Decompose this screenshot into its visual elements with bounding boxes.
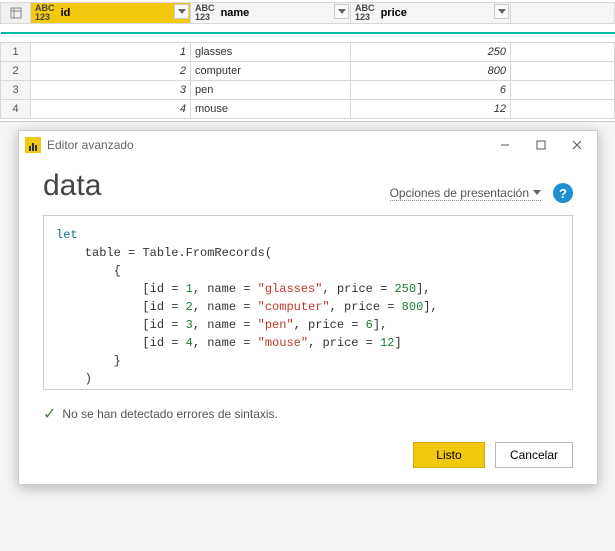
data-table: ABC123 id ABC123 name ABC123 price (0, 2, 615, 119)
table-row[interactable]: 3 3 pen 6 (1, 81, 615, 100)
minimize-button[interactable] (487, 132, 523, 158)
column-name: name (221, 7, 250, 19)
cell-price[interactable]: 12 (351, 100, 511, 119)
dialog-titlebar[interactable]: Editor avanzado (19, 131, 597, 159)
cell-name[interactable]: mouse (191, 100, 351, 119)
advanced-editor-dialog: Editor avanzado data Opciones de present… (18, 130, 598, 485)
selection-accent (1, 32, 615, 34)
cell-price[interactable]: 6 (351, 81, 511, 100)
column-header-price[interactable]: ABC123 price (351, 3, 511, 24)
chevron-down-icon (533, 190, 541, 195)
row-number[interactable]: 4 (1, 100, 31, 119)
dialog-body: data Opciones de presentación ? let tabl… (19, 159, 597, 484)
chevron-down-icon (178, 9, 186, 14)
row-number[interactable]: 1 (1, 43, 31, 62)
syntax-status: ✓ No se han detectado errores de sintaxi… (43, 404, 573, 424)
column-header-empty (511, 3, 615, 24)
type-any-icon: ABC123 (355, 4, 375, 22)
column-filter-button[interactable] (494, 4, 509, 19)
powerbi-icon (25, 137, 41, 153)
cell-empty (511, 62, 615, 81)
row-number[interactable]: 2 (1, 62, 31, 81)
check-icon: ✓ (43, 404, 56, 424)
column-filter-button[interactable] (174, 4, 189, 19)
maximize-button[interactable] (523, 132, 559, 158)
cell-name[interactable]: pen (191, 81, 351, 100)
table-row[interactable]: 2 2 computer 800 (1, 62, 615, 81)
chevron-down-icon (498, 9, 506, 14)
cell-price[interactable]: 250 (351, 43, 511, 62)
cancel-button[interactable]: Cancelar (495, 442, 573, 468)
cell-id[interactable]: 1 (31, 43, 191, 62)
help-icon[interactable]: ? (553, 183, 573, 203)
dialog-title: Editor avanzado (47, 138, 487, 152)
query-name-heading: data (43, 169, 101, 203)
cell-id[interactable]: 2 (31, 62, 191, 81)
column-header-name[interactable]: ABC123 name (191, 3, 351, 24)
cell-name[interactable]: computer (191, 62, 351, 81)
cell-name[interactable]: glasses (191, 43, 351, 62)
row-number[interactable]: 3 (1, 81, 31, 100)
cell-empty (511, 43, 615, 62)
status-text: No se han detectado errores de sintaxis. (62, 407, 277, 421)
cell-price[interactable]: 800 (351, 62, 511, 81)
column-header-id[interactable]: ABC123 id (31, 3, 191, 24)
cell-empty (511, 100, 615, 119)
type-any-icon: ABC123 (35, 4, 55, 22)
done-button[interactable]: Listo (413, 442, 485, 468)
data-grid: ABC123 id ABC123 name ABC123 price (0, 0, 615, 122)
close-button[interactable] (559, 132, 595, 158)
display-options-dropdown[interactable]: Opciones de presentación (390, 186, 541, 201)
code-editor[interactable]: let table = Table.FromRecords( { [id = 1… (43, 215, 573, 390)
cell-empty (511, 81, 615, 100)
type-any-icon: ABC123 (195, 4, 215, 22)
chevron-down-icon (338, 9, 346, 14)
table-corner-icon[interactable] (1, 3, 31, 24)
column-name: price (381, 7, 407, 19)
cell-id[interactable]: 3 (31, 81, 191, 100)
column-filter-button[interactable] (334, 4, 349, 19)
table-row[interactable]: 4 4 mouse 12 (1, 100, 615, 119)
cell-id[interactable]: 4 (31, 100, 191, 119)
column-name: id (61, 7, 71, 19)
table-row[interactable]: 1 1 glasses 250 (1, 43, 615, 62)
display-options-label: Opciones de presentación (390, 186, 529, 200)
